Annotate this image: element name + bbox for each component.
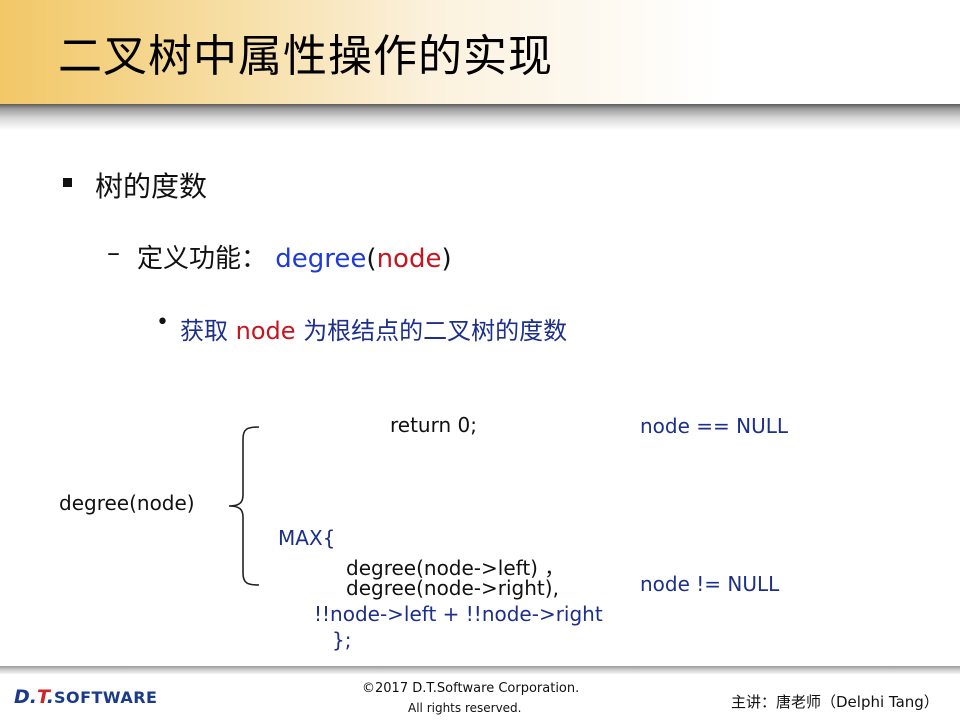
case2-line-right: degree(node->right), [346,576,559,600]
level3-suffix: 为根结点的二叉树的度数 [303,317,568,345]
paren-open: ( [366,244,377,274]
paren-close: ) [441,244,452,274]
function-name: degree [275,244,367,274]
definition-lhs: degree(node) [59,491,195,515]
copyright-line2: All rights reserved. [408,701,522,715]
function-arg: node [376,244,442,274]
bullet-level2: 定义功能： degree(node) [137,238,452,275]
case2-condition: node != NULL [640,572,780,596]
case2-line-count: !!node->left + !!node->right [314,602,603,626]
copyright-line1: ©2017 D.T.Software Corporation. [362,681,580,696]
curly-brace-icon [228,426,260,586]
level3-node-word: node [235,317,296,345]
lecturer-credit: 主讲：唐老师（Delphi Tang） [731,693,939,711]
dot-bullet-icon: • [156,310,169,335]
title-shadow-divider [0,104,960,130]
case2-line-max: MAX{ [278,526,336,550]
bullet-level1-text: 树的度数 [95,170,208,203]
slide-title: 二叉树中属性操作的实现 [58,31,553,82]
case1-expression: return 0; [390,413,477,437]
dash-bullet-icon: – [107,238,120,268]
level3-prefix: 获取 [180,317,228,345]
square-bullet-icon [63,178,72,187]
definition-label: 定义功能： [137,244,268,274]
case2-line-close: }; [332,628,352,652]
case1-condition: node == NULL [640,414,789,438]
footer-divider [0,666,960,674]
bullet-level3: 获取 node 为根结点的二叉树的度数 [180,311,567,346]
dt-software-logo: D.T.SOFTWARE [14,686,158,708]
